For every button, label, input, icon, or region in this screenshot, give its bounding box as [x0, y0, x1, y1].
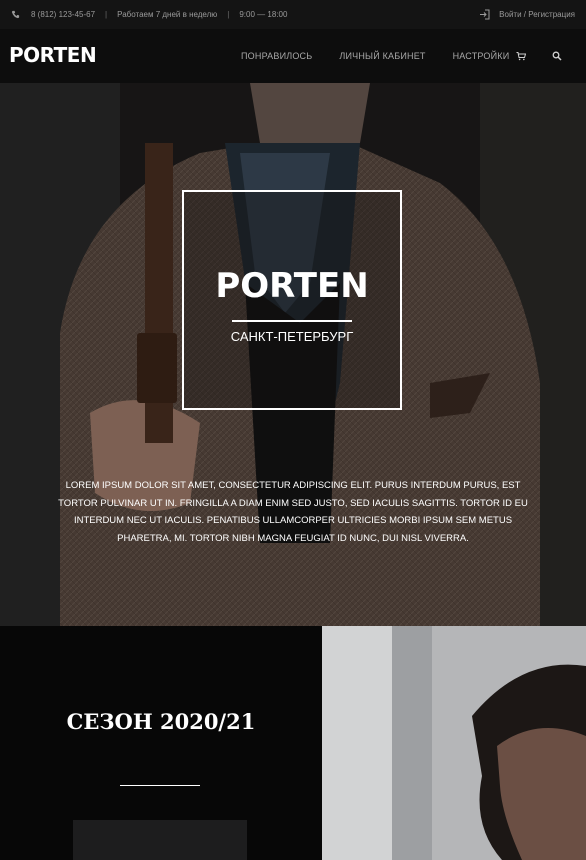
working-days: Работаем 7 дней в неделю: [117, 10, 218, 19]
divider: |: [105, 10, 108, 19]
main-nav: PORTEN ПОНРАВИЛОСЬ ЛИЧНЫЙ КАБИНЕТ НАСТРО…: [0, 29, 586, 83]
login-icon: [479, 9, 490, 20]
season-section: СЕЗОН 2020/21: [0, 626, 322, 860]
season-divider: [120, 785, 200, 786]
hero-brand-box: PORTEN САНКТ-ПЕТЕРБУРГ: [182, 190, 402, 410]
divider: |: [227, 10, 230, 19]
nav-item-favorites[interactable]: ПОНРАВИЛОСЬ: [241, 51, 312, 61]
season-photo: [322, 626, 586, 860]
working-hours: 9:00 — 18:00: [239, 10, 288, 19]
hero-divider: [232, 320, 352, 322]
login-link[interactable]: Войти / Регистрация: [479, 0, 575, 29]
season-card[interactable]: [73, 820, 247, 860]
nav-item-account[interactable]: ЛИЧНЫЙ КАБИНЕТ: [339, 51, 425, 61]
login-label: Войти / Регистрация: [499, 10, 575, 19]
phone-number[interactable]: 8 (812) 123-45-67: [31, 10, 95, 19]
cart-icon[interactable]: [516, 51, 527, 61]
hero-city: САНКТ-ПЕТЕРБУРГ: [230, 329, 354, 344]
nav-item-settings[interactable]: НАСТРОЙКИ: [453, 51, 510, 61]
season-photo-image: [322, 626, 586, 860]
search-icon[interactable]: [552, 51, 562, 61]
nav-menu: ПОНРАВИЛОСЬ ЛИЧНЫЙ КАБИНЕТ НАСТРОЙКИ: [241, 29, 562, 83]
hero-description: LOREM IPSUM DOLOR SIT AMET, CONSECTETUR …: [58, 480, 528, 544]
season-title: СЕЗОН 2020/21: [66, 709, 256, 734]
phone-icon: [10, 10, 20, 20]
hero-section: PORTEN САНКТ-ПЕТЕРБУРГ LOREM IPSUM DOLOR…: [0, 83, 586, 626]
hero-brand: PORTEN: [215, 266, 369, 306]
logo[interactable]: PORTEN: [9, 43, 97, 67]
top-bar: 8 (812) 123-45-67 | Работаем 7 дней в не…: [0, 0, 586, 29]
